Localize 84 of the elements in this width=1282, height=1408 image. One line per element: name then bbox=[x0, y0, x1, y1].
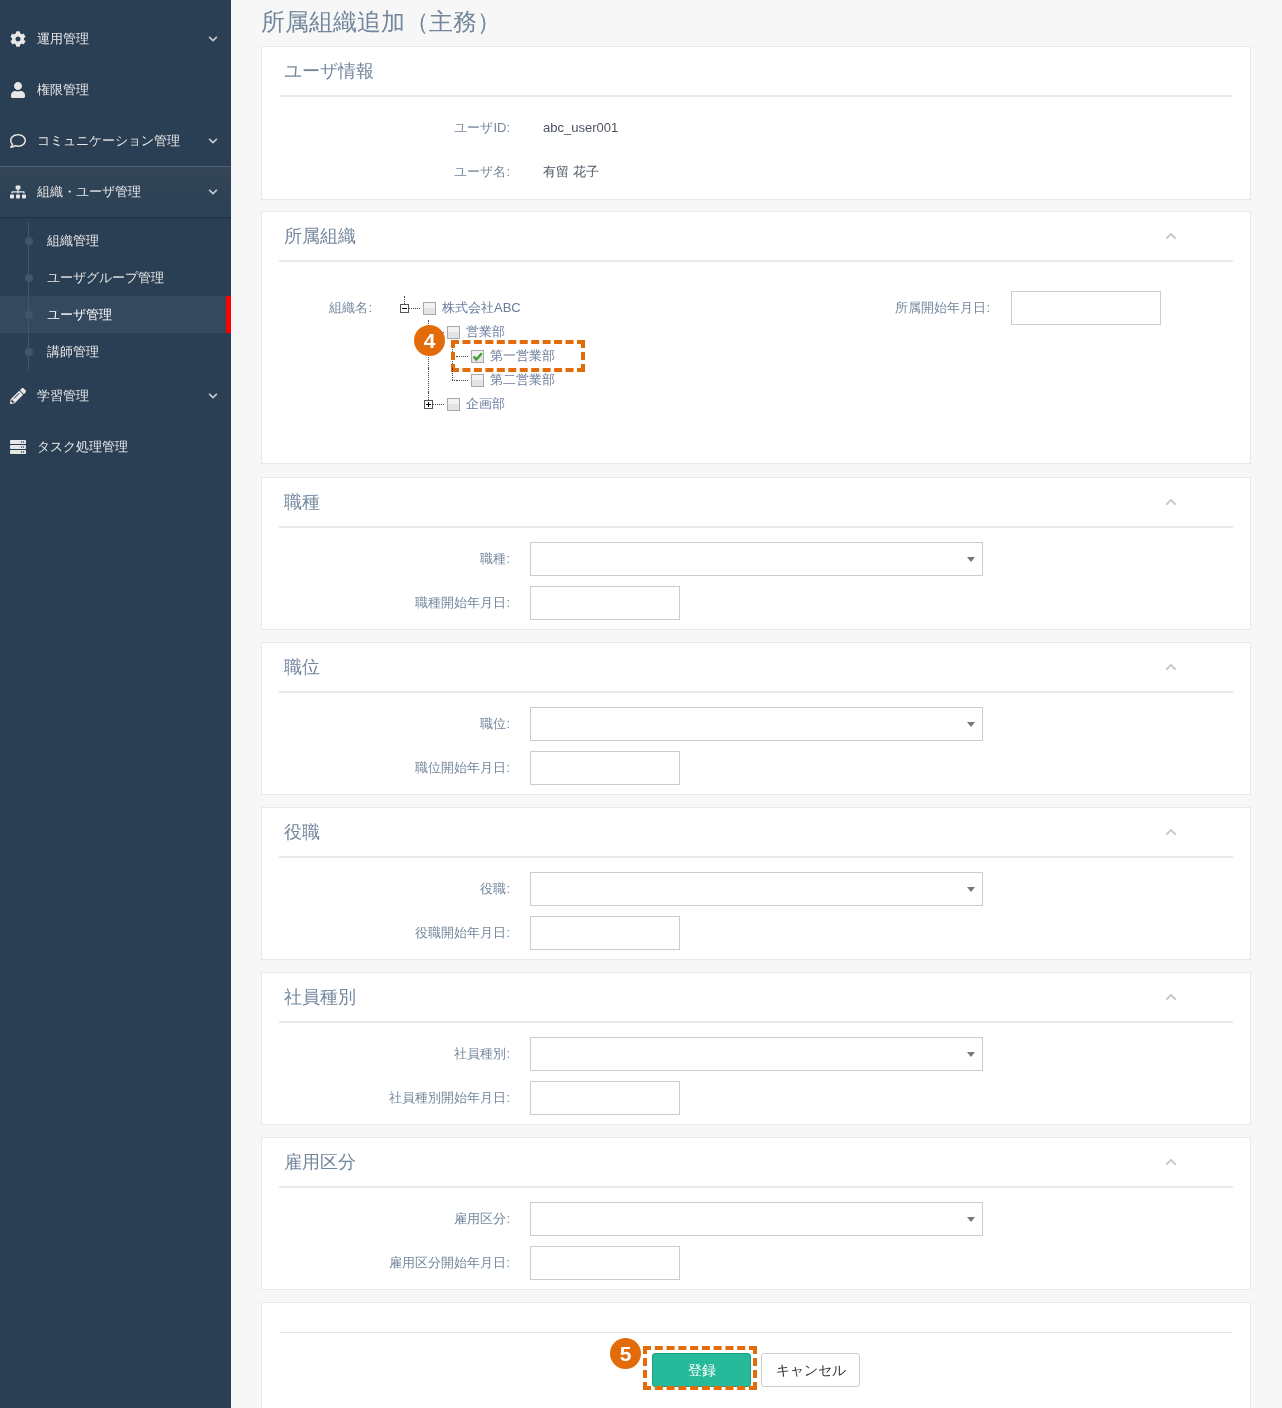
tree-item-label[interactable]: 営業部 bbox=[466, 322, 505, 342]
server-icon bbox=[10, 438, 26, 455]
field-value: 有留 花子 bbox=[543, 163, 599, 182]
date-input[interactable] bbox=[1011, 291, 1161, 325]
tree-item-label[interactable]: 第一営業部 bbox=[490, 346, 555, 366]
step-badge: 5 bbox=[610, 1338, 641, 1369]
tree-item-label[interactable]: 株式会社ABC bbox=[442, 298, 521, 318]
sidebar-item[interactable]: 運用管理 bbox=[0, 13, 231, 64]
date-input[interactable] bbox=[530, 916, 680, 950]
tree-toggle[interactable] bbox=[400, 303, 409, 313]
section-title: 所属組織 bbox=[283, 225, 356, 248]
select-field[interactable] bbox=[530, 1202, 983, 1236]
date-input[interactable] bbox=[530, 751, 680, 785]
chevron-down-icon bbox=[208, 390, 218, 401]
gear-icon bbox=[10, 30, 26, 47]
field-label: 役職開始年月日: bbox=[414, 924, 510, 943]
checkbox[interactable] bbox=[423, 301, 436, 315]
select-field[interactable] bbox=[530, 1037, 983, 1071]
caret-icon bbox=[967, 556, 975, 562]
section-title: 役職 bbox=[283, 821, 320, 844]
field-label: 雇用区分開始年月日: bbox=[388, 1254, 510, 1273]
submenu-item[interactable]: 講師管理 bbox=[0, 333, 231, 370]
speech-bubble-icon bbox=[10, 132, 26, 149]
field-label: 組織名: bbox=[328, 299, 372, 318]
select-field[interactable] bbox=[530, 542, 983, 576]
field-label: ユーザID: bbox=[453, 119, 510, 138]
sidebar-item[interactable]: 学習管理 bbox=[0, 370, 231, 421]
hierarchy-icon bbox=[10, 183, 26, 200]
caret-icon bbox=[967, 1051, 975, 1057]
section-title: 職種 bbox=[283, 491, 320, 514]
sidebar-item[interactable]: 権限管理 bbox=[0, 64, 231, 115]
tree-toggle[interactable] bbox=[424, 399, 433, 409]
field-label: 社員種別開始年月日: bbox=[388, 1089, 510, 1108]
section-title: 社員種別 bbox=[283, 986, 356, 1009]
chevron-up-icon[interactable] bbox=[1165, 230, 1177, 242]
select-field[interactable] bbox=[530, 872, 983, 906]
select-field[interactable] bbox=[530, 707, 983, 741]
tree-item-label[interactable]: 企画部 bbox=[466, 394, 505, 414]
date-input[interactable] bbox=[530, 586, 680, 620]
page-title: 所属組織追加（主務） bbox=[261, 7, 502, 37]
step-badge: 4 bbox=[414, 325, 445, 356]
caret-icon bbox=[967, 721, 975, 727]
bullet-icon bbox=[24, 236, 33, 245]
chevron-up-icon[interactable] bbox=[1165, 661, 1177, 673]
field-label: 役職: bbox=[479, 880, 510, 899]
date-input[interactable] bbox=[530, 1081, 680, 1115]
chevron-down-icon bbox=[208, 33, 218, 44]
field-label: 職種開始年月日: bbox=[414, 594, 510, 613]
section-title: ユーザ情報 bbox=[283, 60, 374, 83]
chevron-up-icon[interactable] bbox=[1165, 991, 1177, 1003]
field-value: abc_user001 bbox=[543, 119, 619, 138]
bullet-icon bbox=[24, 347, 33, 356]
chevron-down-icon bbox=[208, 135, 218, 146]
field-label: 社員種別: bbox=[453, 1045, 510, 1064]
field-label: ユーザ名: bbox=[453, 163, 510, 182]
section-title: 雇用区分 bbox=[283, 1151, 356, 1174]
checkbox[interactable] bbox=[471, 373, 484, 387]
caret-icon bbox=[967, 1216, 975, 1222]
form-button[interactable]: キャンセル bbox=[761, 1353, 860, 1387]
tree-item-label[interactable]: 第二営業部 bbox=[490, 370, 555, 390]
user-icon bbox=[10, 81, 26, 98]
submenu-item[interactable]: ユーザグループ管理 bbox=[0, 259, 231, 296]
bullet-icon bbox=[24, 273, 33, 282]
field-label: 職位開始年月日: bbox=[414, 759, 510, 778]
field-label: 職種: bbox=[479, 550, 510, 569]
sidebar-item[interactable]: 組織・ユーザ管理 bbox=[0, 166, 231, 217]
section-title: 職位 bbox=[283, 656, 320, 679]
chevron-up-icon[interactable] bbox=[1165, 826, 1177, 838]
field-label: 雇用区分: bbox=[453, 1210, 510, 1229]
date-input[interactable] bbox=[530, 1246, 680, 1280]
sidebar-item[interactable]: コミュニケーション管理 bbox=[0, 115, 231, 166]
checkbox[interactable] bbox=[471, 349, 484, 363]
chevron-up-icon[interactable] bbox=[1165, 1156, 1177, 1168]
checkbox[interactable] bbox=[447, 325, 460, 339]
field-label: 職位: bbox=[479, 715, 510, 734]
field-label: 所属開始年月日: bbox=[895, 299, 990, 318]
checkbox[interactable] bbox=[447, 397, 460, 411]
caret-icon bbox=[967, 886, 975, 892]
sidebar-item[interactable]: タスク処理管理 bbox=[0, 421, 231, 472]
chevron-down-icon bbox=[208, 186, 218, 197]
chevron-up-icon[interactable] bbox=[1165, 496, 1177, 508]
pencil-icon bbox=[10, 387, 26, 404]
submenu-item[interactable]: ユーザ管理 bbox=[0, 296, 231, 333]
submenu-item[interactable]: 組織管理 bbox=[0, 222, 231, 259]
